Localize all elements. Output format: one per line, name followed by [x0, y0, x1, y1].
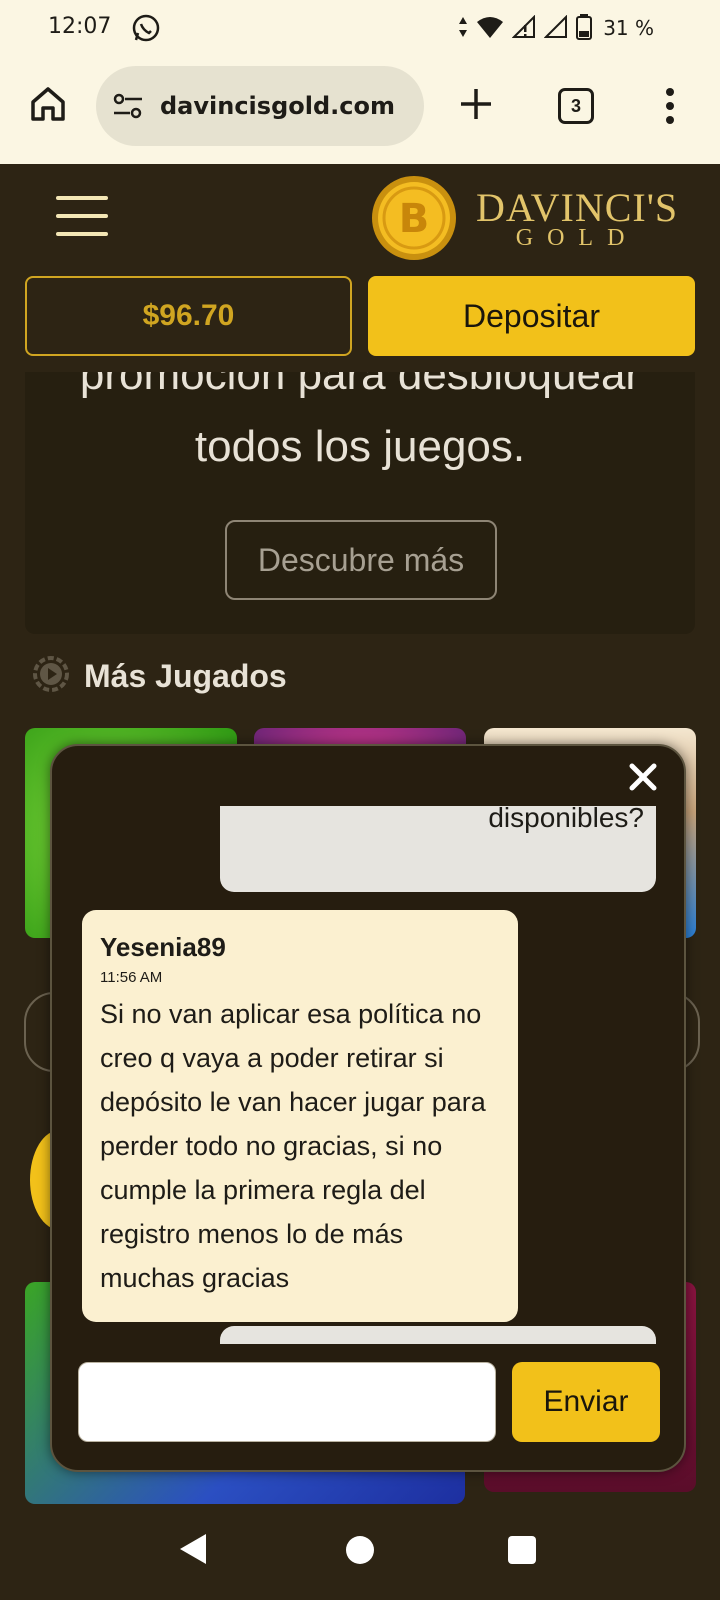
section-most-played: Más Jugados — [30, 655, 287, 696]
bitcoin-coin-logo-icon: B — [370, 174, 458, 262]
section-title: Más Jugados — [84, 657, 287, 694]
battery-icon — [576, 14, 592, 45]
promo-text-line-1: promoción para desbloquear — [79, 372, 641, 399]
home-icon[interactable] — [28, 84, 68, 124]
send-button[interactable]: Enviar — [512, 1362, 660, 1442]
url-text: davincisgold.com — [160, 92, 395, 120]
balance-button[interactable]: $96.70 — [25, 276, 352, 356]
svg-text:B: B — [399, 196, 430, 242]
play-circle-icon — [30, 653, 72, 700]
signal-alert-icon — [511, 14, 536, 44]
discover-more-button[interactable]: Descubre más — [225, 520, 497, 600]
battery-percent: 31 % — [603, 16, 654, 40]
status-time: 12:07 — [48, 14, 112, 39]
message-text: Si no van aplicar esa política no creo q… — [100, 999, 486, 1293]
wifi-icon — [476, 15, 504, 44]
data-arrows-icon — [458, 16, 468, 43]
system-nav-bar — [0, 1504, 720, 1600]
menu-icon[interactable] — [56, 196, 108, 240]
chat-window: disponibles? Yesenia89 11:56 AM Si no va… — [50, 744, 686, 1472]
back-icon[interactable] — [178, 1532, 208, 1571]
home-nav-icon[interactable] — [346, 1536, 374, 1564]
site-logo[interactable]: DAVINCI'S GOLD — [476, 184, 678, 252]
message-text: disponibles? — [488, 806, 644, 833]
signal-icon — [543, 14, 568, 44]
deposit-button[interactable]: Depositar — [368, 276, 695, 356]
status-bar: 12:07 31 % — [0, 0, 720, 56]
site-settings-icon[interactable] — [112, 92, 144, 125]
logo-line-1: DAVINCI'S — [476, 185, 679, 230]
new-tab-icon[interactable] — [458, 86, 494, 122]
more-icon[interactable] — [660, 86, 680, 126]
whatsapp-icon — [130, 12, 162, 49]
message-username: Yesenia89 — [100, 932, 226, 962]
balance-row: $96.70 Depositar — [0, 276, 720, 372]
outgoing-message: disponibles? — [220, 806, 656, 892]
incoming-message: Yesenia89 11:56 AM Si no van aplicar esa… — [82, 910, 518, 1322]
outgoing-message — [220, 1326, 656, 1344]
chat-messages[interactable]: disponibles? Yesenia89 11:56 AM Si no va… — [52, 806, 684, 1344]
close-icon[interactable] — [626, 760, 660, 794]
promo-text-line-2: todos los juegos. — [194, 422, 526, 471]
message-timestamp: 11:56 AM — [100, 969, 163, 986]
site-header: B DAVINCI'S GOLD — [0, 164, 720, 276]
promo-card: promoción para desbloquear todos los jue… — [25, 372, 695, 634]
recents-icon[interactable] — [508, 1536, 536, 1564]
browser-toolbar: davincisgold.com 3 — [0, 56, 720, 164]
tabs-icon[interactable]: 3 — [558, 88, 594, 124]
address-bar[interactable]: davincisgold.com — [96, 66, 424, 146]
chat-input[interactable] — [78, 1362, 496, 1442]
